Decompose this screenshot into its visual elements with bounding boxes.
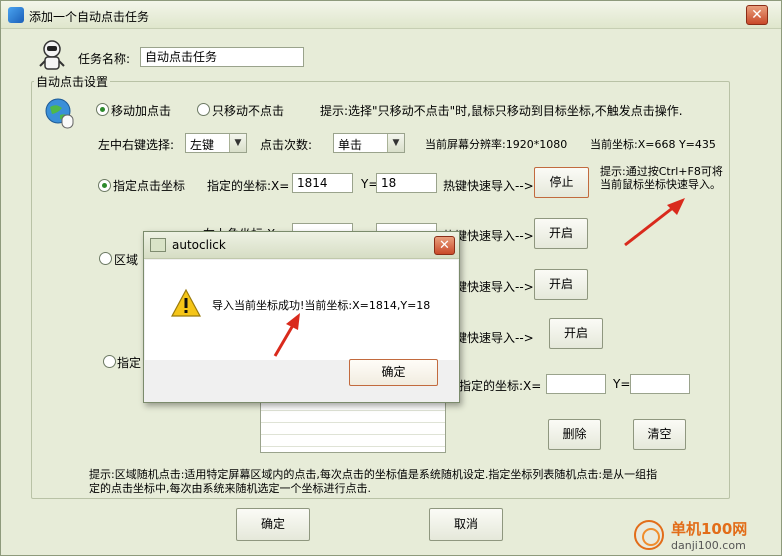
- fixed-x-label: 指定的坐标:X=: [207, 179, 290, 193]
- globe-mouse-icon: [45, 98, 74, 129]
- list-x-input[interactable]: [546, 374, 606, 394]
- fixed-coordinate-label: 指定点击坐标: [113, 179, 186, 193]
- click-count-select[interactable]: 单击 ▼: [333, 133, 405, 153]
- click-count-value: 单击: [338, 138, 363, 152]
- window-close-button[interactable]: ✕: [746, 5, 768, 25]
- task-name-label: 任务名称:: [78, 52, 131, 66]
- chevron-down-icon: ▼: [387, 134, 404, 152]
- region-random-label: 区域: [114, 253, 139, 267]
- task-name-input[interactable]: 自动点击任务: [140, 47, 304, 67]
- robot-icon: [39, 40, 65, 70]
- move-hint-text: 提示:选择"只移动不点击"时,鼠标只移动到目标坐标,不触发点击操作.: [320, 104, 683, 118]
- watermark-site: 单机100网: [671, 520, 748, 538]
- dialog-close-button[interactable]: ✕: [434, 236, 455, 255]
- clear-button[interactable]: 清空: [633, 419, 686, 450]
- watermark-url: danji100.com: [671, 539, 746, 552]
- app-icon: [8, 7, 24, 23]
- dialog-title-bar: autoclick ✕: [144, 232, 459, 259]
- list-x-label: 指定的坐标:X=: [459, 379, 542, 393]
- mouse-button-value: 左键: [190, 138, 215, 152]
- cancel-button[interactable]: 取消: [429, 508, 503, 541]
- warning-icon: [170, 288, 202, 317]
- open-button-3[interactable]: 开启: [549, 318, 603, 349]
- move-click-radio[interactable]: [96, 103, 109, 116]
- delete-button[interactable]: 删除: [548, 419, 601, 450]
- dialog-app-icon: [150, 238, 166, 252]
- footer-hint-line2: 定的点击坐标中,每次由系统来随机选定一个坐标进行点击.: [89, 482, 371, 495]
- fixed-coordinate-radio[interactable]: [98, 179, 111, 192]
- hotkey-import-label: 热键快速导入-->: [443, 179, 534, 193]
- screen-resolution-text: 当前屏幕分辨率:1920*1080: [425, 138, 568, 151]
- group-legend: 自动点击设置: [34, 73, 111, 90]
- annotation-arrow-icon: [624, 198, 685, 247]
- region-random-radio[interactable]: [99, 252, 112, 265]
- move-only-radio[interactable]: [197, 103, 210, 116]
- stop-button[interactable]: 停止: [534, 167, 589, 198]
- ok-button[interactable]: 确定: [236, 508, 310, 541]
- list-y-label: Y=: [613, 377, 631, 391]
- window-title: 添加一个自动点击任务: [29, 10, 150, 24]
- mouse-button-select[interactable]: 左键 ▼: [185, 133, 247, 153]
- open-button-1[interactable]: 开启: [534, 218, 588, 249]
- chevron-down-icon: ▼: [229, 134, 246, 152]
- annotation-arrow-icon: [273, 313, 300, 357]
- dialog-message: 导入当前坐标成功!当前坐标:X=1814,Y=18: [212, 299, 431, 312]
- coordinate-list[interactable]: [260, 397, 446, 453]
- fixed-y-input[interactable]: 18: [376, 173, 437, 193]
- move-click-label: 移动加点击: [111, 104, 172, 118]
- message-dialog: autoclick ✕ 导入当前坐标成功!当前坐标:X=1814,Y=18 确定: [143, 231, 460, 403]
- fixed-x-input[interactable]: 1814: [292, 173, 353, 193]
- list-random-radio[interactable]: [103, 355, 116, 368]
- watermark-logo-icon: [634, 520, 664, 550]
- dialog-title: autoclick: [172, 238, 226, 252]
- title-bar: 添加一个自动点击任务 ✕: [1, 1, 781, 29]
- hotkey-hint-line2: 当前鼠标坐标快速导入。: [600, 178, 721, 191]
- click-count-label: 点击次数:: [260, 138, 313, 152]
- dialog-ok-button[interactable]: 确定: [349, 359, 438, 386]
- list-random-label: 指定: [117, 356, 142, 370]
- open-button-2[interactable]: 开启: [534, 269, 588, 300]
- mouse-button-label: 左中右键选择:: [98, 138, 175, 152]
- move-only-label: 只移动不点击: [212, 104, 285, 118]
- list-y-input[interactable]: [630, 374, 690, 394]
- current-coordinate-text: 当前坐标:X=668 Y=435: [590, 138, 716, 151]
